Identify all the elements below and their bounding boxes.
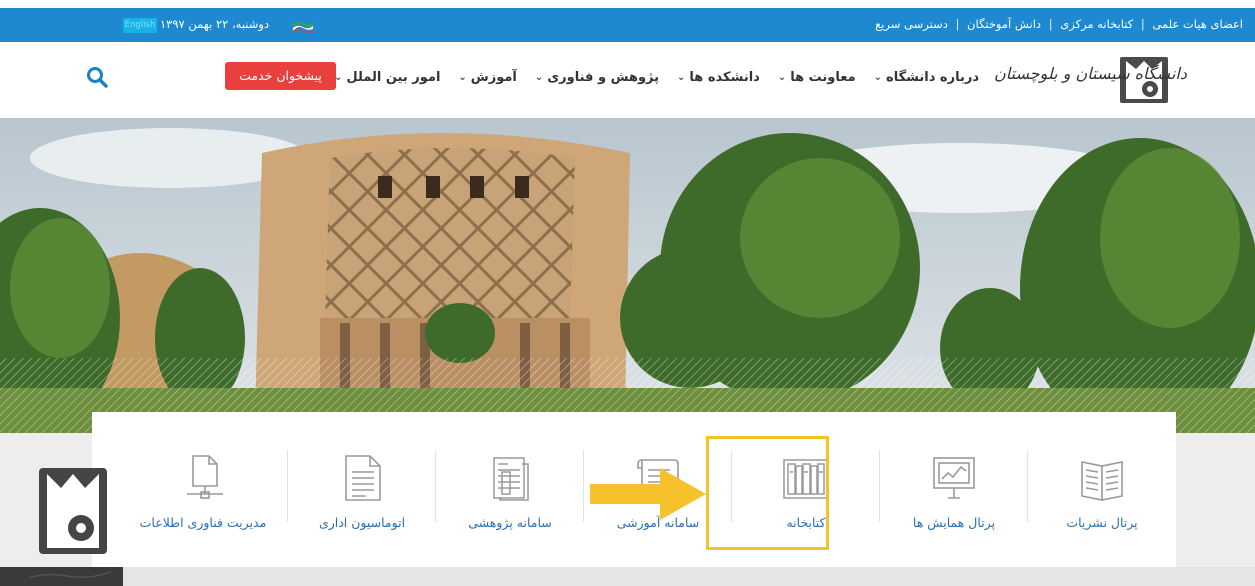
nav-label: آموزش — [470, 70, 517, 85]
service-counter-button[interactable]: پیشخوان خدمت — [225, 62, 336, 90]
nav-label: امور بین الملل — [346, 70, 441, 85]
separator: | — [1048, 17, 1053, 31]
card-research-system[interactable]: سامانه پژوهشی — [436, 412, 584, 567]
university-name: دانشگاه سیستان و بلوچستان — [994, 64, 1187, 83]
card-journals-portal[interactable]: پرتال نشریات — [1028, 412, 1176, 567]
nav-faculties[interactable]: دانشکده ها ⌄ — [677, 70, 760, 85]
top-bar: اعضای هیات علمی | کتابخانه مرکزی | دانش … — [0, 8, 1255, 42]
nav-label: دانشکده ها — [689, 70, 760, 85]
nav-education[interactable]: آموزش ⌄ — [458, 70, 516, 85]
link-central-library[interactable]: کتابخانه مرکزی — [1060, 17, 1133, 31]
nav-deputies[interactable]: معاونت ها ⌄ — [778, 70, 856, 85]
card-conferences-portal[interactable]: پرتال همایش ها — [880, 412, 1028, 567]
nav-about[interactable]: درباره دانشگاه ⌄ — [874, 70, 979, 85]
nav-label: معاونت ها — [790, 70, 856, 85]
card-office-automation[interactable]: اتوماسیون اداری — [288, 412, 436, 567]
arrow-right-icon — [590, 468, 706, 520]
text-document-icon — [345, 455, 381, 501]
card-it-management[interactable]: مدیریت فناوری اطلاعات — [118, 412, 288, 567]
nav-international[interactable]: امور بین الملل ⌄ — [334, 70, 440, 85]
chevron-down-icon: ⌄ — [777, 72, 787, 83]
link-faculty[interactable]: اعضای هیات علمی — [1152, 17, 1243, 31]
link-quick-access[interactable]: دسترسی سریع — [875, 17, 948, 31]
card-label: پرتال نشریات — [1066, 515, 1138, 530]
chevron-down-icon: ⌄ — [458, 72, 467, 83]
campus-photo — [0, 118, 1255, 433]
library-highlight-frame — [706, 436, 829, 550]
separator: | — [955, 17, 960, 31]
chevron-down-icon: ⌄ — [677, 72, 686, 83]
it-management-logo-icon — [28, 468, 112, 579]
search-icon[interactable] — [86, 66, 108, 88]
chevron-down-icon: ⌄ — [873, 72, 883, 83]
site-header: دانشگاه سیستان و بلوچستان درباره دانشگاه… — [0, 42, 1255, 118]
network-file-icon — [187, 455, 223, 499]
main-nav: درباره دانشگاه ⌄ معاونت ها ⌄ دانشکده ها ⌄ پ… — [334, 70, 979, 85]
bottom-strip — [0, 567, 1255, 586]
nav-research[interactable]: پژوهش و فناوری ⌄ — [535, 70, 659, 85]
nav-label: درباره دانشگاه — [886, 70, 979, 85]
current-date: دوشنبه، ۲۲ بهمن ۱۳۹۷ — [160, 17, 270, 31]
hero-campus-image — [0, 118, 1255, 433]
card-label: اتوماسیون اداری — [318, 515, 406, 530]
nav-label: پژوهش و فناوری — [547, 70, 660, 85]
presentation-board-icon — [933, 457, 975, 499]
iran-flag-icon — [293, 21, 313, 33]
card-label: سامانه پژوهشی — [468, 515, 552, 530]
english-link[interactable]: English — [123, 18, 157, 33]
link-alumni[interactable]: دانش آموختگان — [967, 17, 1041, 31]
card-label: مدیریت فناوری اطلاعات — [139, 515, 267, 530]
separator: | — [1140, 17, 1145, 31]
documents-icon — [493, 457, 529, 501]
card-label: پرتال همایش ها — [912, 515, 996, 530]
open-book-icon — [1081, 461, 1123, 501]
chevron-down-icon: ⌄ — [534, 72, 544, 83]
quick-links: اعضای هیات علمی | کتابخانه مرکزی | دانش … — [875, 17, 1243, 31]
bottom-strip-light — [123, 567, 1255, 586]
